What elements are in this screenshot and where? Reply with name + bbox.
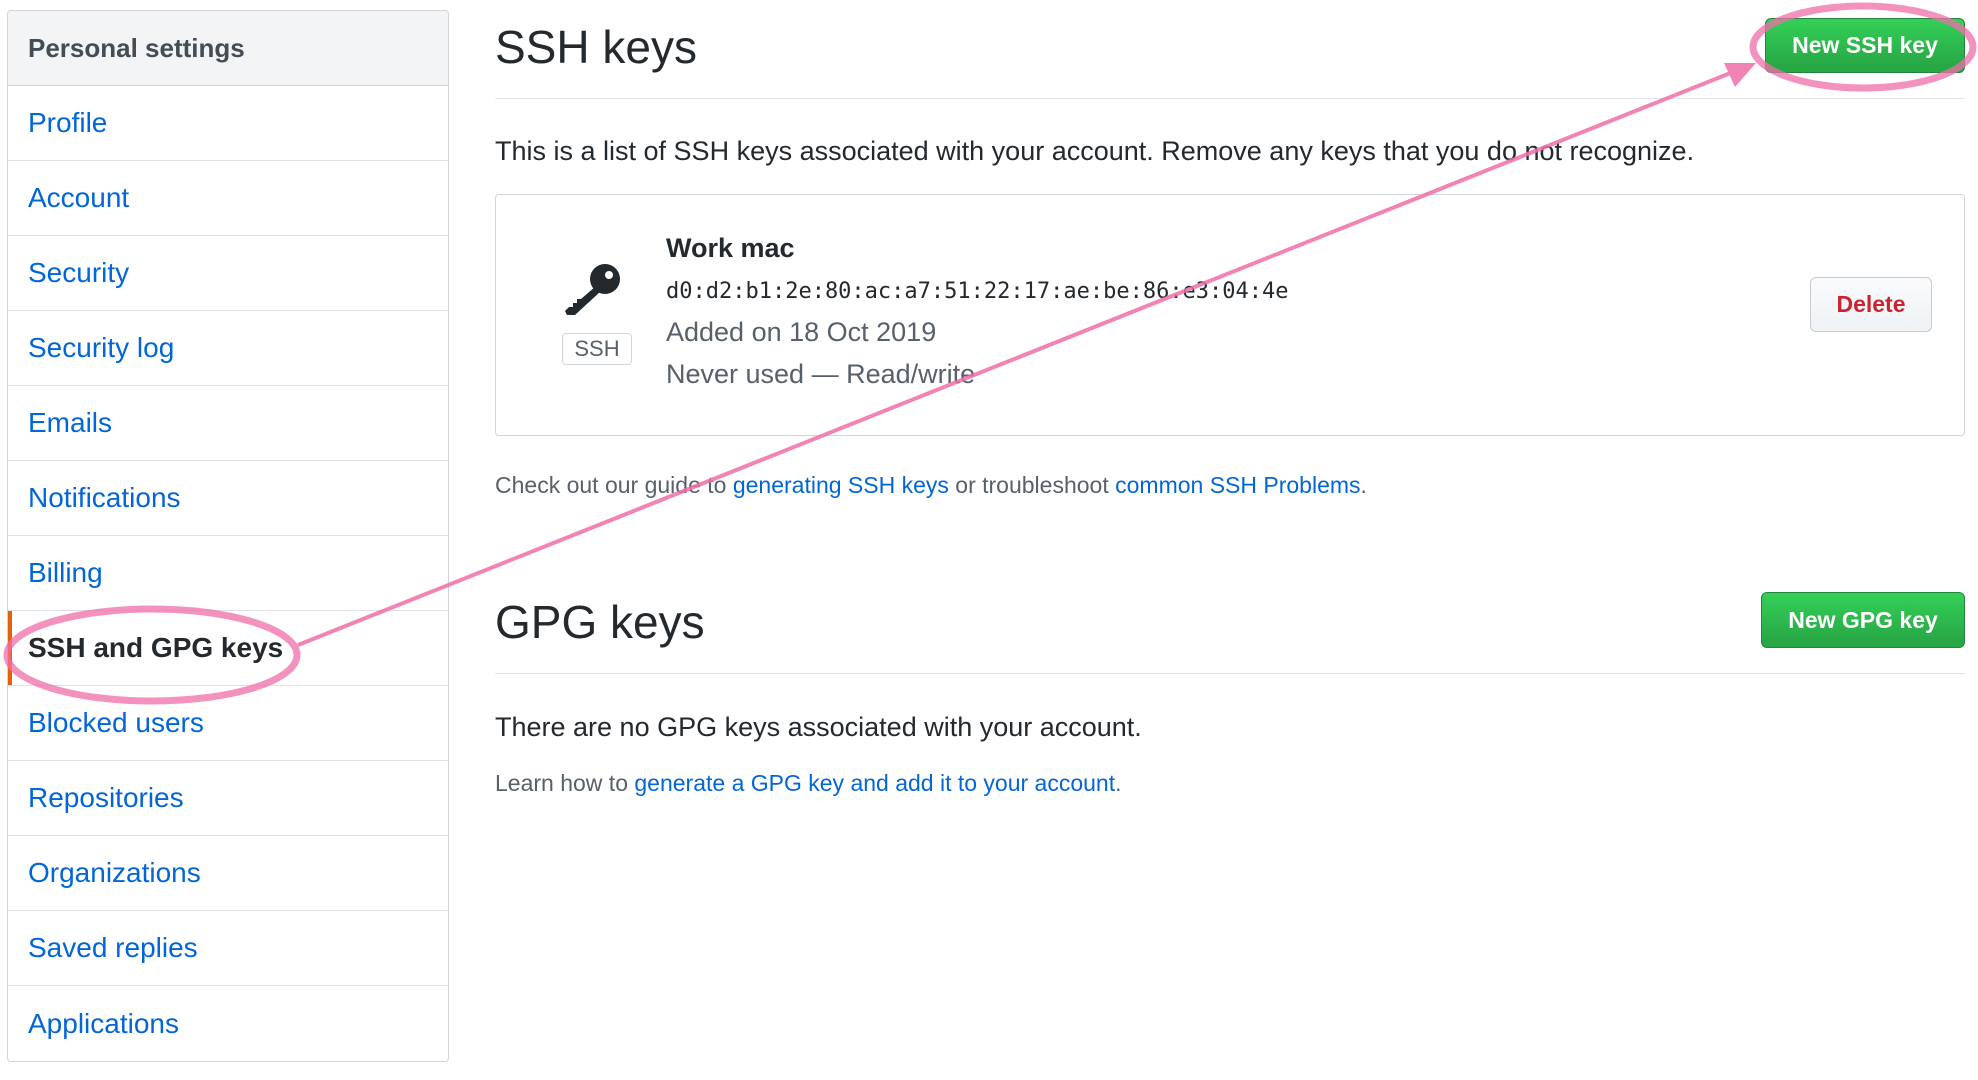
learn-suffix: . [1115, 770, 1122, 796]
new-ssh-key-button[interactable]: New SSH key [1765, 18, 1965, 73]
ssh-key-added-date: Added on 18 Oct 2019 [666, 317, 937, 347]
ssh-key-title: Work mac [666, 233, 795, 263]
key-icon [558, 261, 628, 319]
new-gpg-key-button[interactable]: New GPG key [1761, 592, 1965, 648]
gpg-empty-text: There are no GPG keys associated with yo… [495, 712, 1142, 742]
generating-ssh-keys-link[interactable]: generating SSH keys [733, 472, 949, 498]
guide-prefix: Check out our guide to [495, 472, 733, 498]
ssh-type-badge: SSH [562, 333, 632, 365]
settings-sidebar: Personal settings Profile Account Securi… [7, 10, 449, 1062]
ssh-key-card: SSH Work mac d0:d2:b1:2e:80:ac:a7:51:22:… [495, 194, 1965, 436]
sidebar-item-blocked-users[interactable]: Blocked users [8, 686, 448, 761]
sidebar-item-applications[interactable]: Applications [8, 986, 448, 1061]
sidebar-item-security[interactable]: Security [8, 236, 448, 311]
guide-middle: or troubleshoot [948, 472, 1116, 498]
sidebar-header: Personal settings [8, 11, 448, 86]
ssh-guide-text: Check out our guide to generating SSH ke… [495, 472, 1367, 499]
sidebar-item-ssh-and-gpg-keys[interactable]: SSH and GPG keys [8, 611, 448, 686]
sidebar-item-account[interactable]: Account [8, 161, 448, 236]
sidebar-item-profile[interactable]: Profile [8, 86, 448, 161]
ssh-keys-intro: This is a list of SSH keys associated wi… [495, 136, 1695, 166]
sidebar-item-notifications[interactable]: Notifications [8, 461, 448, 536]
gpg-learn-text: Learn how to generate a GPG key and add … [495, 770, 1122, 797]
main-content: SSH keys New SSH key This is a list of S… [495, 0, 1965, 796]
ssh-keys-header: SSH keys New SSH key [495, 0, 1965, 99]
ssh-key-usage: Never used — Read/write [666, 359, 976, 389]
gpg-keys-title: GPG keys [495, 596, 705, 648]
ssh-keys-title: SSH keys [495, 21, 697, 73]
sidebar-item-emails[interactable]: Emails [8, 386, 448, 461]
learn-prefix: Learn how to [495, 770, 635, 796]
common-ssh-problems-link[interactable]: common SSH Problems [1115, 472, 1360, 498]
ssh-key-fingerprint: d0:d2:b1:2e:80:ac:a7:51:22:17:ae:be:86:e… [666, 279, 1289, 304]
sidebar-item-billing[interactable]: Billing [8, 536, 448, 611]
delete-ssh-key-button[interactable]: Delete [1810, 277, 1932, 332]
sidebar-item-repositories[interactable]: Repositories [8, 761, 448, 836]
sidebar-item-security-log[interactable]: Security log [8, 311, 448, 386]
gpg-keys-header: GPG keys New GPG key [495, 590, 1965, 674]
sidebar-item-saved-replies[interactable]: Saved replies [8, 911, 448, 986]
sidebar-item-organizations[interactable]: Organizations [8, 836, 448, 911]
generate-gpg-key-link[interactable]: generate a GPG key and add it to your ac… [634, 770, 1115, 796]
guide-suffix: . [1360, 472, 1367, 498]
